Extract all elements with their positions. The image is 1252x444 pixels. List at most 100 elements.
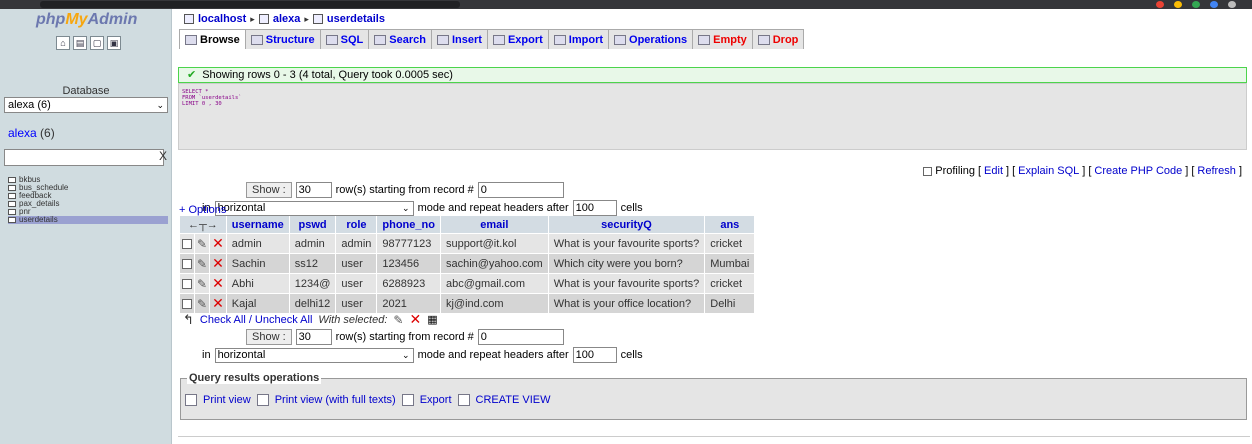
edit-query-link[interactable]: Edit: [984, 165, 1003, 177]
row-checkbox[interactable]: [182, 278, 192, 289]
delete-icon[interactable]: ✕: [212, 235, 224, 251]
display-mode-select[interactable]: horizontal ⌄: [214, 200, 414, 216]
current-database-link[interactable]: alexa (6): [8, 126, 55, 140]
pencil-icon[interactable]: ✎: [197, 237, 207, 251]
tab-sql[interactable]: SQL: [319, 29, 370, 49]
chevron-down-icon: ⌄: [156, 100, 164, 110]
rows-input[interactable]: 30: [295, 182, 332, 198]
profile-avatar[interactable]: [1228, 1, 1236, 8]
table-cell: Which city were you born?: [548, 254, 705, 273]
profiling-checkbox[interactable]: [923, 166, 933, 176]
explain-sql-link[interactable]: Explain SQL: [1018, 165, 1079, 177]
pencil-icon[interactable]: ✎: [197, 257, 207, 271]
drop-icon: [757, 34, 770, 45]
sql-query-icon[interactable]: ▤: [73, 36, 87, 50]
print-full-view-link[interactable]: Print view (with full texts): [275, 394, 396, 406]
repeat-headers-input[interactable]: 100: [572, 200, 617, 216]
row-checkbox[interactable]: [182, 258, 192, 269]
column-header[interactable]: username: [226, 216, 289, 233]
main-frame: localhost ▸ alexa ▸ userdetails Browse S…: [173, 9, 1252, 444]
column-header[interactable]: role: [336, 216, 377, 233]
table-icon: [312, 14, 323, 24]
address-bar[interactable]: [40, 1, 460, 8]
table-item[interactable]: pax_details: [8, 200, 168, 208]
tab-browse[interactable]: Browse: [179, 29, 246, 49]
delete-cell[interactable]: ✕: [210, 254, 226, 273]
breadcrumb-database[interactable]: alexa: [273, 13, 301, 25]
edit-cell[interactable]: ✎: [195, 254, 210, 273]
rows-input[interactable]: 30: [295, 329, 332, 345]
pencil-icon[interactable]: ✎: [197, 277, 207, 291]
start-record-input[interactable]: 0: [477, 182, 564, 198]
bulk-delete-icon[interactable]: ✕: [409, 311, 421, 328]
column-header[interactable]: phone_no: [377, 216, 440, 233]
table-name: userdetails: [19, 215, 58, 225]
tab-label: Structure: [265, 33, 315, 46]
delete-cell[interactable]: ✕: [210, 274, 226, 293]
edit-cell[interactable]: ✎: [195, 234, 210, 253]
sort-arrows-header[interactable]: ←┬→: [180, 216, 226, 233]
table-item-active[interactable]: userdetails: [8, 216, 168, 224]
edit-cell[interactable]: ✎: [195, 274, 210, 293]
table-cell: 98777123: [377, 234, 440, 253]
docs-icon[interactable]: ▣: [107, 36, 121, 50]
phpmyadmin-logo[interactable]: phpMyAdmin: [36, 11, 137, 29]
database-select[interactable]: alexa (6) ⌄: [4, 97, 168, 113]
tab-export[interactable]: Export: [486, 29, 549, 49]
export-link[interactable]: Export: [420, 394, 452, 406]
create-php-code-link[interactable]: Create PHP Code: [1094, 165, 1182, 177]
current-database-count: (6): [40, 126, 55, 140]
delete-icon[interactable]: ✕: [212, 255, 224, 271]
tab-operations[interactable]: Operations: [608, 29, 694, 49]
extension-icon[interactable]: [1156, 1, 1164, 8]
tab-structure[interactable]: Structure: [244, 29, 321, 49]
tab-drop[interactable]: Drop: [751, 29, 805, 49]
structure-icon: [250, 34, 263, 45]
table-filter-input[interactable]: [4, 149, 164, 166]
show-button[interactable]: Show :: [246, 329, 292, 345]
start-record-input[interactable]: 0: [477, 329, 564, 345]
bulk-export-icon[interactable]: ▦: [427, 313, 437, 326]
delete-icon[interactable]: ✕: [212, 275, 224, 291]
table-cell: What is your favourite sports?: [548, 234, 705, 253]
query-window-icon[interactable]: ▢: [90, 36, 104, 50]
repeat-headers-label: mode and repeat headers after: [417, 202, 569, 214]
delete-cell[interactable]: ✕: [210, 234, 226, 253]
display-mode-select[interactable]: horizontal ⌄: [214, 347, 414, 363]
bulk-edit-icon[interactable]: ✎: [393, 313, 403, 327]
home-icon[interactable]: ⌂: [56, 36, 70, 50]
show-button[interactable]: Show :: [246, 182, 292, 198]
delete-icon[interactable]: ✕: [212, 295, 224, 311]
tab-label: Drop: [772, 33, 799, 46]
extension-icon[interactable]: [1174, 1, 1182, 8]
display-mode-value: horizontal: [217, 348, 266, 361]
column-header[interactable]: securityQ: [548, 216, 705, 233]
breadcrumb-table[interactable]: userdetails: [327, 13, 385, 25]
tab-search[interactable]: Search: [368, 29, 432, 49]
tab-empty[interactable]: Empty: [692, 29, 753, 49]
tab-import[interactable]: Import: [547, 29, 610, 49]
column-header[interactable]: pswd: [289, 216, 336, 233]
row-checkbox-cell[interactable]: [180, 254, 194, 273]
breadcrumb-server[interactable]: localhost: [198, 13, 246, 25]
column-header[interactable]: ans: [705, 216, 755, 233]
repeat-headers-input[interactable]: 100: [572, 347, 617, 363]
column-header[interactable]: email: [440, 216, 548, 233]
row-checkbox-cell[interactable]: [180, 234, 194, 253]
create-view-link[interactable]: CREATE VIEW: [476, 394, 551, 406]
row-checkbox[interactable]: [182, 238, 192, 249]
refresh-link[interactable]: Refresh: [1197, 165, 1236, 177]
row-checkbox-cell[interactable]: [180, 274, 194, 293]
success-check-icon: ✔: [187, 69, 197, 81]
extension-icon[interactable]: [1192, 1, 1200, 8]
check-all-link[interactable]: Check All / Uncheck All: [200, 314, 313, 326]
pencil-icon[interactable]: ✎: [197, 297, 207, 311]
clear-filter-button[interactable]: X: [159, 149, 167, 163]
starting-from-label: row(s) starting from record #: [335, 184, 474, 196]
row-checkbox[interactable]: [182, 298, 192, 309]
browser-extensions: [1156, 1, 1236, 8]
print-view-link[interactable]: Print view: [203, 394, 251, 406]
bulk-actions: ↰ Check All / Uncheck All With selected:…: [183, 311, 438, 328]
extension-icon[interactable]: [1210, 1, 1218, 8]
tab-insert[interactable]: Insert: [430, 29, 488, 49]
